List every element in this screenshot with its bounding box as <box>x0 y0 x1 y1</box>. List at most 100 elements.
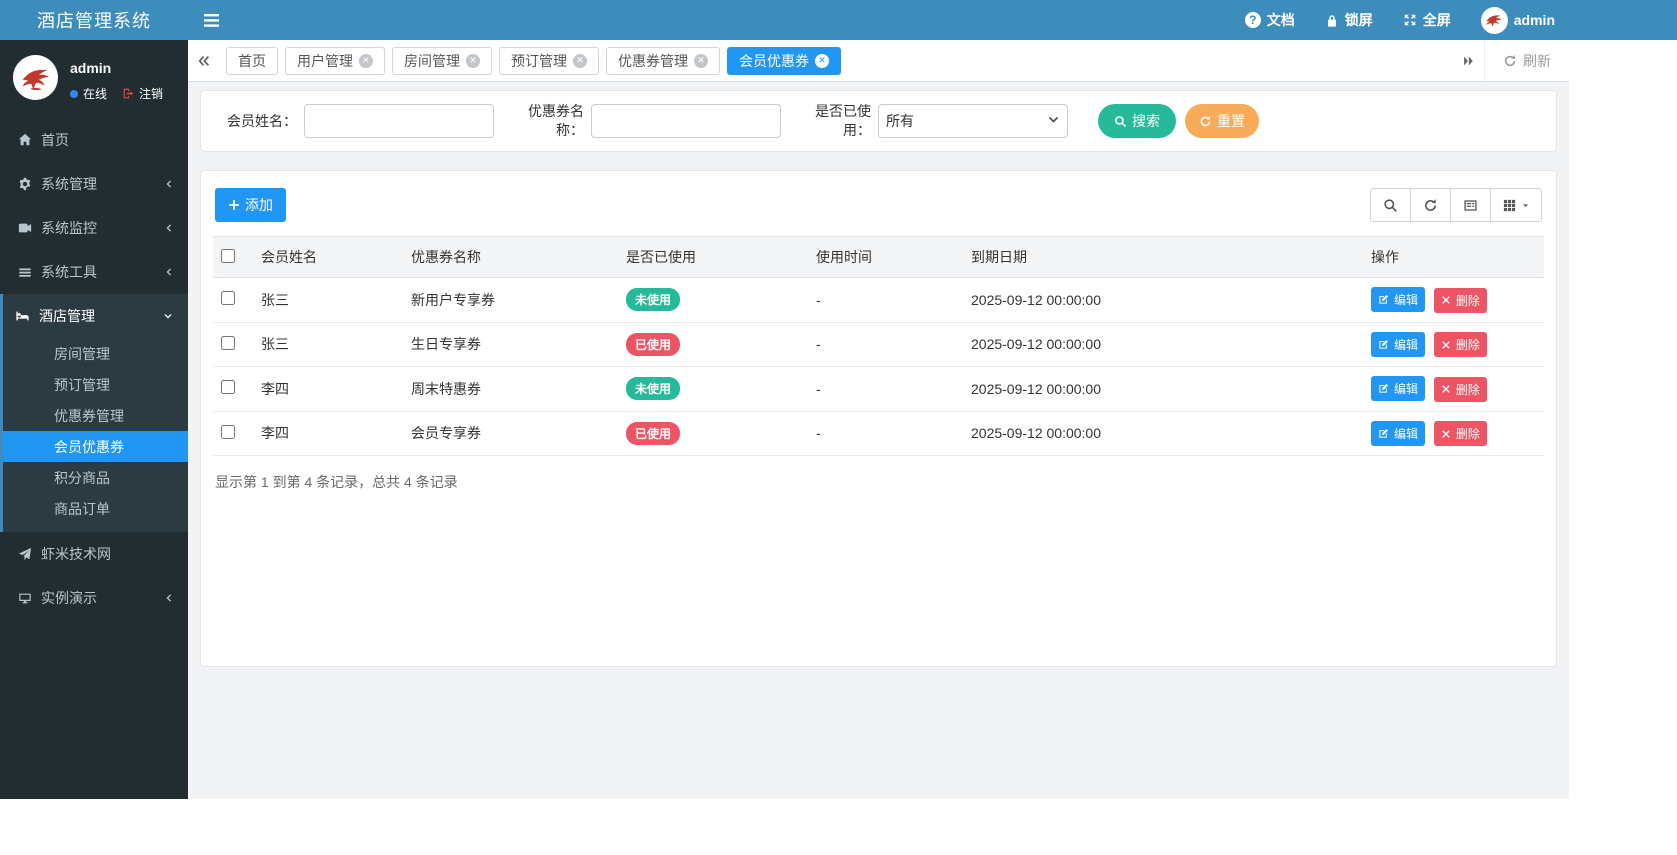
sidebar-item-label: 酒店管理 <box>39 308 95 324</box>
sidebar: admin 在线 注销 首页 系统管理 系统监控 系统工具 酒店管理 房间管理 … <box>0 40 188 799</box>
question-circle-icon: ? <box>1244 12 1261 28</box>
sidebar-item-member-coupon[interactable]: 会员优惠券 <box>3 431 188 462</box>
cell-use-time: - <box>808 366 963 412</box>
sidebar-item-system-mgmt[interactable]: 系统管理 <box>0 162 188 206</box>
app-logo[interactable]: 酒店管理系统 <box>0 0 188 40</box>
fullscreen-button[interactable]: 全屏 <box>1403 10 1451 30</box>
tab-booking-mgmt[interactable]: 预订管理 ✕ <box>499 46 599 75</box>
edit-button[interactable]: 编辑 <box>1371 331 1426 357</box>
toggle-view-button[interactable] <box>1450 188 1491 222</box>
reset-button[interactable]: 重置 <box>1185 104 1259 138</box>
lock-screen-button[interactable]: 锁屏 <box>1325 10 1373 30</box>
grid-icon <box>1502 198 1517 213</box>
sidebar-item-coupon-mgmt[interactable]: 优惠券管理 <box>3 400 188 431</box>
add-button[interactable]: 添加 <box>215 188 286 222</box>
tab-refresh-button[interactable]: 刷新 <box>1484 40 1569 81</box>
tab-close-icon[interactable]: ✕ <box>573 53 587 68</box>
delete-button[interactable]: 删除 <box>1433 332 1487 357</box>
sign-out-icon <box>122 87 135 100</box>
tab-home[interactable]: 首页 <box>226 46 278 75</box>
tab-coupon-mgmt[interactable]: 优惠券管理 ✕ <box>606 46 720 75</box>
status-badge: 未使用 <box>626 377 681 401</box>
edit-label: 编辑 <box>1394 337 1419 352</box>
coupon-name-input[interactable] <box>591 104 781 138</box>
search-icon <box>1114 115 1127 128</box>
used-filter-select-wrap: 所有 <box>878 104 1068 138</box>
edit-icon <box>1378 383 1389 394</box>
sidebar-item-system-tools[interactable]: 系统工具 <box>0 250 188 294</box>
edit-button[interactable]: 编辑 <box>1371 420 1426 446</box>
fullscreen-icon <box>1403 13 1417 27</box>
tabs-scroll-left-button[interactable] <box>188 40 220 81</box>
submenu-label: 会员优惠券 <box>54 438 124 455</box>
topbar-username: admin <box>1513 12 1555 28</box>
sidebar-item-home[interactable]: 首页 <box>0 118 188 162</box>
table-row: 张三 生日专享券 已使用 - 2025-09-12 00:00:00 编辑 删除 <box>213 322 1544 367</box>
edit-button[interactable]: 编辑 <box>1371 376 1426 401</box>
row-checkbox[interactable] <box>221 291 235 306</box>
delete-button[interactable]: 删除 <box>1433 287 1487 313</box>
used-filter-label: 是否已使用： <box>815 103 871 138</box>
hotel-admin-app: 酒店管理系统 ? 文档 锁屏 全屏 admin admin 在线 注销 首页 系… <box>0 0 1677 855</box>
tab-room-mgmt[interactable]: 房间管理 ✕ <box>392 46 492 75</box>
select-all-checkbox[interactable] <box>221 248 235 263</box>
x-icon <box>1441 384 1451 394</box>
cell-use-time: - <box>808 277 963 323</box>
edit-icon <box>1378 339 1389 350</box>
hotel-submenu: 房间管理 预订管理 优惠券管理 会员优惠券 积分商品 商品订单 <box>3 338 188 532</box>
row-checkbox[interactable] <box>221 380 235 395</box>
tab-close-icon[interactable]: ✕ <box>694 53 708 68</box>
tab-close-icon[interactable]: ✕ <box>466 53 480 68</box>
edit-label: 编辑 <box>1394 426 1419 441</box>
fullscreen-label: 全屏 <box>1422 12 1451 28</box>
row-checkbox[interactable] <box>221 424 235 439</box>
search-button-label: 搜索 <box>1132 113 1160 129</box>
tab-close-icon[interactable]: ✕ <box>815 53 829 68</box>
docs-link[interactable]: ? 文档 <box>1244 10 1295 30</box>
tab-member-coupon[interactable]: 会员优惠券 ✕ <box>727 46 841 75</box>
sidebar-item-system-monitor[interactable]: 系统监控 <box>0 206 188 250</box>
cell-use-time: - <box>808 411 963 456</box>
tabs-scroll-right-button[interactable] <box>1452 40 1484 81</box>
sidebar-item-label: 虾米技术网 <box>41 546 111 562</box>
card-view-icon <box>1463 198 1478 213</box>
row-checkbox[interactable] <box>221 335 235 350</box>
used-filter-select[interactable]: 所有 <box>878 104 1068 138</box>
delete-button[interactable]: 删除 <box>1433 376 1487 402</box>
status-badge: 已使用 <box>626 421 681 445</box>
table-refresh-button[interactable] <box>1410 188 1451 222</box>
edit-icon <box>1378 294 1389 305</box>
col-used-status: 是否已使用 <box>618 236 808 278</box>
col-expire-date: 到期日期 <box>963 236 1363 278</box>
sidebar-item-booking-mgmt[interactable]: 预订管理 <box>3 369 188 400</box>
sidebar-item-xiami-tech[interactable]: 虾米技术网 <box>0 532 188 576</box>
double-chevron-left-icon <box>197 54 211 68</box>
sidebar-toggle-button[interactable] <box>188 0 234 40</box>
delete-button[interactable]: 删除 <box>1433 421 1487 446</box>
sidebar-item-label: 系统管理 <box>41 176 97 192</box>
sidebar-item-goods-order[interactable]: 商品订单 <box>3 493 188 524</box>
used-filter-field: 是否已使用： 所有 <box>811 102 1068 140</box>
edit-label: 编辑 <box>1394 293 1419 307</box>
search-button[interactable]: 搜索 <box>1098 104 1176 138</box>
sidebar-item-label: 系统监控 <box>41 220 97 236</box>
logout-link[interactable]: 注销 <box>122 85 163 102</box>
lock-icon <box>1325 13 1339 28</box>
member-name-input[interactable] <box>304 104 494 138</box>
tab-close-icon[interactable]: ✕ <box>359 53 373 68</box>
sidebar-item-demo[interactable]: 实例演示 <box>0 576 188 620</box>
member-name-field: 会员姓名： <box>227 104 494 138</box>
user-menu[interactable]: admin <box>1480 6 1555 34</box>
tab-user-mgmt[interactable]: 用户管理 ✕ <box>285 46 385 75</box>
sidebar-item-room-mgmt[interactable]: 房间管理 <box>3 338 188 369</box>
sidebar-item-hotel-mgmt[interactable]: 酒店管理 <box>3 294 188 338</box>
tab-label: 房间管理 <box>404 52 460 69</box>
lock-label: 锁屏 <box>1344 12 1373 28</box>
sidebar-item-points-goods[interactable]: 积分商品 <box>3 462 188 493</box>
table-search-button[interactable] <box>1370 188 1411 222</box>
sidebar-item-label: 实例演示 <box>41 590 97 606</box>
edit-button[interactable]: 编辑 <box>1371 287 1426 312</box>
columns-button[interactable] <box>1490 188 1542 222</box>
refresh-icon <box>1503 54 1517 68</box>
gear-icon <box>18 177 32 191</box>
